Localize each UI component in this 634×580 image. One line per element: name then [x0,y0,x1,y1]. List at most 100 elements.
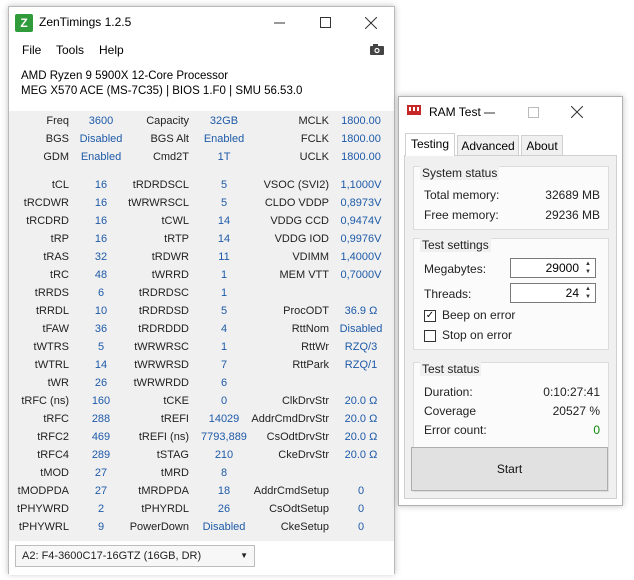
timing-value: 16 [94,233,108,245]
timing-value: 10 [94,305,108,317]
system-status-title: System status [420,166,500,180]
dimm-select[interactable]: A2: F4-3600C17-16GTZ (16GB, DR) ▼ [15,545,255,567]
timing-label: tPHYWRL [18,521,69,533]
timing-value: 1 [220,287,228,299]
camera-icon[interactable] [369,43,385,56]
timing-label: tRFC (ns) [21,395,69,407]
timing-value: 26 [94,377,108,389]
timing-label: CLDO VDDP [264,197,329,209]
title-bar[interactable]: Z ZenTimings 1.2.5 [9,7,394,38]
timing-label: Freq [46,115,69,127]
timing-label: VSOC (SVI2) [263,179,329,191]
megabytes-spinner[interactable]: ▲ ▼ [582,260,594,276]
threads-input[interactable]: 24 ▲ ▼ [510,283,596,303]
ramtest-close-button[interactable] [555,97,599,127]
timing-label: VDDG IOD [274,233,329,245]
timing-value: 469 [91,431,111,443]
timing-label: tCL [51,179,69,191]
total-memory-label: Total memory: [424,188,500,202]
timing-value: 14 [217,215,231,227]
timing-label: PowerDown [129,521,189,533]
timing-label: tMRDPDA [138,485,189,497]
menu-tools[interactable]: Tools [56,43,84,57]
spin-down-icon: ▼ [585,294,591,300]
stop-on-error-label: Stop on error [442,328,513,342]
dimm-footer: A2: F4-3600C17-16GTZ (16GB, DR) ▼ [9,541,394,575]
timing-label: ProcODT [283,305,329,317]
system-status-group: System status Total memory: 32689 MB Fre… [413,166,609,230]
tab-advanced[interactable]: Advanced [457,135,519,155]
timing-label: tRAS [43,251,69,263]
tab-testing[interactable]: Testing [405,133,455,156]
minimize-button[interactable] [256,7,302,38]
timing-value: 5 [220,197,228,209]
timing-label: ClkDrvStr [281,395,329,407]
free-memory-label: Free memory: [424,208,499,222]
timing-value: 7793,889 [201,431,247,443]
ramtest-logo-icon [407,105,421,115]
timing-label: tRDRDSC [138,287,189,299]
chevron-down-icon: ▼ [240,551,248,560]
timing-label: tFAW [42,323,69,335]
timing-value: 1800.00 [341,133,381,145]
start-button[interactable]: Start [411,447,608,491]
timing-value: 0,9474V [340,215,382,227]
timing-value: 210 [214,449,234,461]
timing-value: 14 [94,359,108,371]
timing-value: 8 [220,467,228,479]
timing-label: tRFC [43,413,69,425]
timing-value: 0 [357,485,365,497]
timing-label: BGS [45,133,69,145]
timing-label: Cmd2T [152,151,189,163]
ramtest-minimize-button[interactable] [467,97,511,127]
dimm-select-value: A2: F4-3600C17-16GTZ (16GB, DR) [22,550,202,562]
timing-value: RZQ/1 [344,359,378,371]
timing-value: 27 [94,467,108,479]
total-memory-value: 32689 MB [545,188,600,202]
ramtest-window: RAM Test Testing Advanced About System s… [398,96,623,506]
timing-value: 5 [220,305,228,317]
timing-label: GDM [43,151,69,163]
duration-value: 0:10:27:41 [543,385,600,399]
ramtest-title-bar[interactable]: RAM Test [399,97,622,127]
board-info: MEG X570 ACE (MS-7C35) | BIOS 1.F0 | SMU… [21,85,303,97]
timing-value: 0 [220,395,228,407]
beep-on-error-checkbox[interactable]: ✓ [424,310,436,322]
timing-label: tWRWRSCL [128,197,189,209]
timing-value: 0,8973V [340,197,382,209]
timing-value: 36 [94,323,108,335]
threads-spinner[interactable]: ▲ ▼ [582,285,594,301]
timing-label: tRDRDSCL [132,179,189,191]
tab-about[interactable]: About [521,135,563,155]
timing-value: 5 [220,179,228,191]
threads-value: 24 [565,286,579,300]
timing-label: CsOdtDrvStr [266,431,329,443]
timing-label: tCKE [163,395,189,407]
timing-label: VDDG CCD [270,215,329,227]
close-button[interactable] [348,7,394,38]
megabytes-value: 29000 [545,261,579,275]
stop-on-error-checkbox[interactable] [424,330,436,342]
menu-file[interactable]: File [22,43,41,57]
timing-value: 160 [91,395,111,407]
maximize-button[interactable] [302,7,348,38]
timing-value: 1T [217,151,231,163]
menu-help[interactable]: Help [99,43,124,57]
timing-value: 16 [94,197,108,209]
timing-label: UCLK [299,151,329,163]
timing-value: 27 [94,485,108,497]
minimize-icon [483,112,495,113]
timing-label: tMRD [160,467,189,479]
test-status-title: Test status [420,362,482,376]
cpu-name: AMD Ryzen 9 5900X 12-Core Processor [21,70,229,82]
timing-label: RttNom [291,323,329,335]
test-settings-group: Test settings Megabytes: 29000 ▲ ▼ Thread… [413,238,609,350]
timing-label: tWRWRSD [134,359,189,371]
threads-label: Threads: [424,287,472,301]
duration-label: Duration: [424,385,473,399]
timing-value: 289 [91,449,111,461]
test-settings-title: Test settings [420,238,491,252]
ramtest-maximize-button[interactable] [511,97,555,127]
timing-label: AddrCmdDrvStr [251,413,329,425]
megabytes-input[interactable]: 29000 ▲ ▼ [510,258,596,278]
